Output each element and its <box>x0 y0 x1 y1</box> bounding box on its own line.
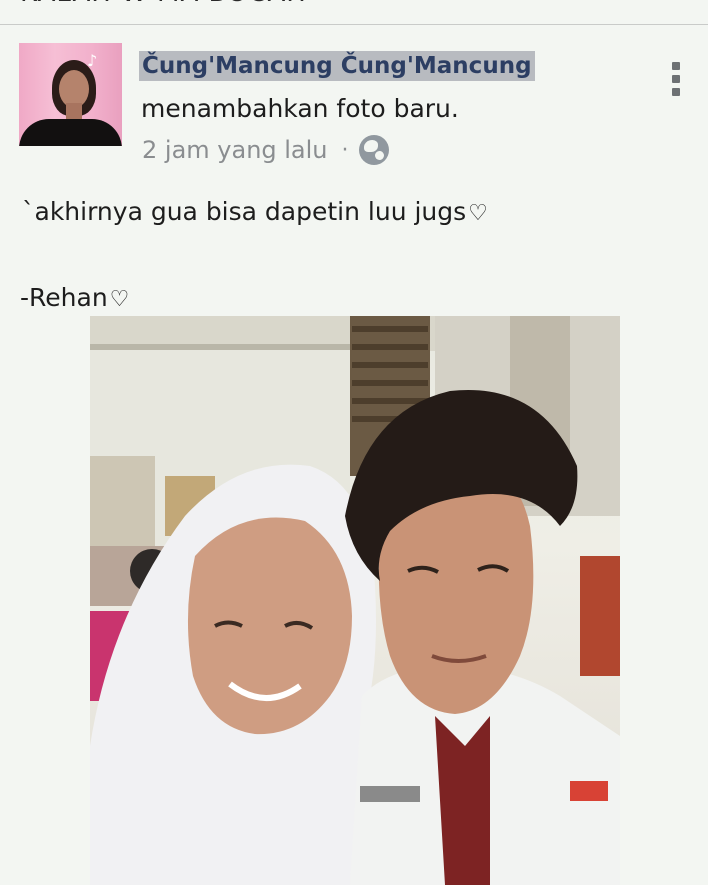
more-vertical-icon[interactable] <box>670 62 682 96</box>
meta-separator: · <box>341 137 349 163</box>
caption-text-2: -Rehan <box>20 283 108 312</box>
heart-icon: ♡ <box>468 201 488 226</box>
post-action-text: menambahkan foto baru. <box>141 94 459 123</box>
heart-icon: ♡ <box>109 287 130 312</box>
avatar[interactable]: ♪ <box>19 43 122 146</box>
photo-illustration <box>90 316 620 885</box>
cropped-header-text: KALAH W MA BOCAH <box>20 0 307 8</box>
post-photo[interactable] <box>90 316 620 885</box>
timestamp[interactable]: 2 jam yang lalu <box>142 136 328 164</box>
post-caption-line-1: `akhirnya gua bisa dapetin luu jugs♡ <box>22 197 488 226</box>
feed-post: ♪ Čung'Mancung Čung'Mancung menambahkan … <box>0 25 708 885</box>
cropped-header: KALAH W MA BOCAH <box>0 0 708 25</box>
globe-icon <box>358 135 389 165</box>
author-name-link[interactable]: Čung'Mancung Čung'Mancung <box>139 51 535 81</box>
post-meta: 2 jam yang lalu · <box>142 135 389 165</box>
caption-text-1: `akhirnya gua bisa dapetin luu jugs <box>22 197 467 226</box>
post-caption-line-2: -Rehan♡ <box>20 283 129 312</box>
